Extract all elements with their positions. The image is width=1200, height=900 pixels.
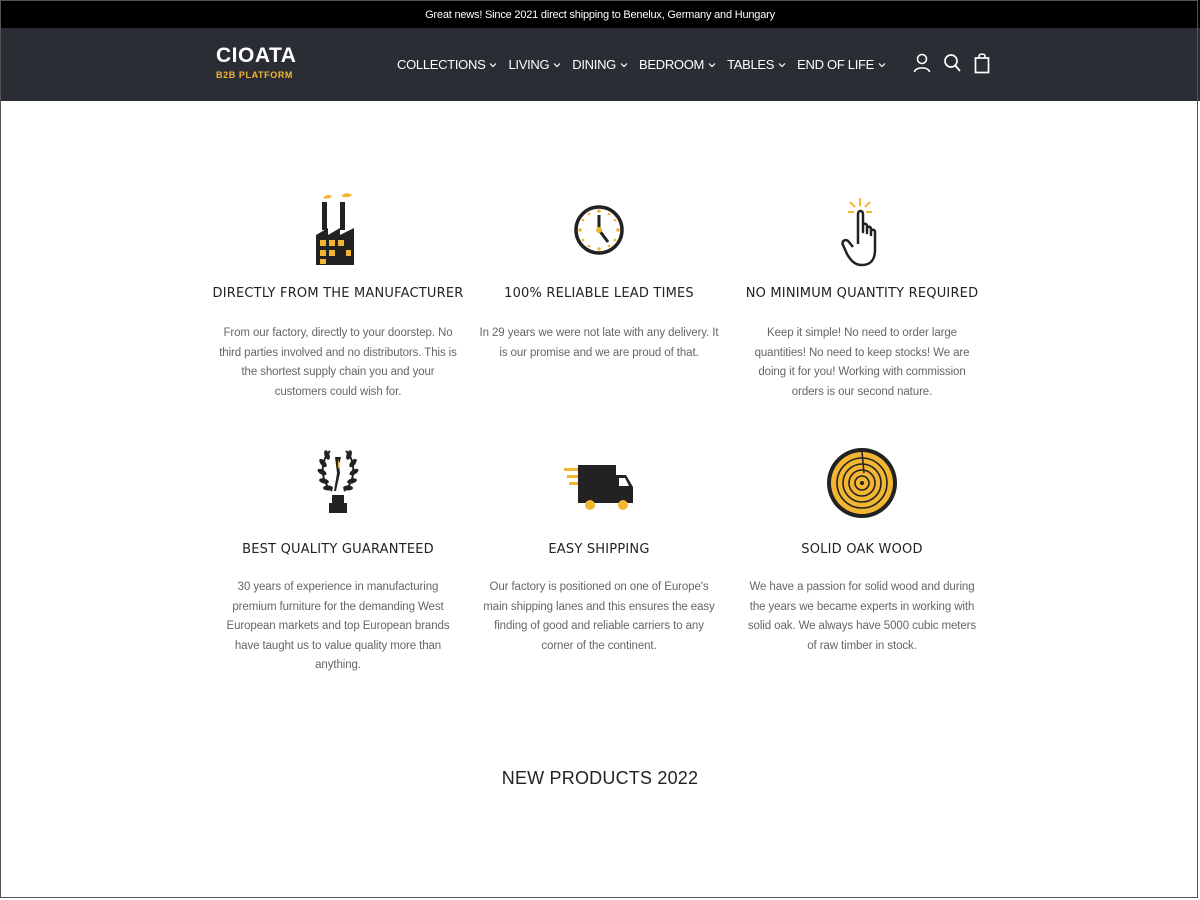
nav-item-living[interactable]: LIVING: [508, 57, 561, 72]
factory-icon: [316, 193, 354, 265]
nav-item-label: LIVING: [508, 57, 550, 72]
header-actions: [912, 52, 992, 74]
nav-item-label: TABLES: [727, 57, 775, 72]
feature-title: DIRECTLY FROM THE MANUFACTURER: [212, 286, 464, 301]
chevron-down-icon: [490, 62, 497, 67]
feature-description: 30 years of experience in manufacturing …: [226, 581, 450, 671]
announcement-bar: Great news! Since 2021 direct shipping t…: [0, 0, 1200, 28]
clock-icon: [574, 205, 624, 255]
feature-title: SOLID OAK WOOD: [801, 542, 923, 557]
logo[interactable]: CIOATA B2B PLATFORM: [216, 45, 296, 81]
section-title: NEW PRODUCTS 2022: [501, 768, 699, 788]
site-header: CIOATA B2B PLATFORM COLLECTIONS LIVING D…: [0, 28, 1200, 101]
laurel-trophy-icon: [317, 450, 359, 513]
pointer-hand-icon: [841, 198, 877, 267]
delivery-truck-icon: [564, 465, 633, 510]
nav-item-tables[interactable]: TABLES: [727, 57, 786, 72]
logo-subtitle: B2B PLATFORM: [216, 70, 294, 80]
nav-item-dining[interactable]: DINING: [572, 57, 628, 72]
feature-description: From our factory, directly to your doors…: [219, 327, 457, 398]
nav-item-label: BEDROOM: [638, 57, 705, 72]
logo-name: CIOATA: [216, 44, 297, 67]
chevron-down-icon: [620, 62, 628, 67]
feature-title: 100% RELIABLE LEAD TIMES: [504, 286, 694, 301]
chevron-down-icon: [878, 62, 886, 67]
wood-log-icon: [827, 448, 897, 518]
account-icon[interactable]: [912, 52, 932, 74]
nav-item-label: END OF LIFE: [797, 57, 875, 72]
cart-icon[interactable]: [972, 52, 992, 74]
feature-description: We have a passion for solid wood and dur…: [747, 581, 977, 652]
nav-item-bedroom[interactable]: BEDROOM: [639, 57, 716, 72]
search-icon[interactable]: [942, 52, 962, 74]
feature-title: BEST QUALITY GUARANTEED: [242, 542, 434, 557]
feature-title: NO MINIMUM QUANTITY REQUIRED: [745, 286, 979, 301]
nav-item-end-of-life[interactable]: END OF LIFE: [797, 57, 886, 72]
feature-description: Our factory is positioned on one of Euro…: [483, 581, 715, 652]
nav-item-collections[interactable]: COLLECTIONS: [397, 57, 497, 72]
feature-title: EASY SHIPPING: [548, 542, 650, 557]
main-nav: COLLECTIONS LIVING DINING BEDROOM TABLES…: [397, 28, 886, 101]
announcement-text: Great news! Since 2021 direct shipping t…: [425, 9, 775, 21]
chevron-down-icon: [553, 62, 561, 67]
nav-item-label: DINING: [572, 57, 616, 72]
nav-item-label: COLLECTIONS: [397, 57, 486, 72]
chevron-down-icon: [708, 62, 716, 67]
feature-description: In 29 years we were not late with any de…: [479, 327, 719, 359]
chevron-down-icon: [778, 62, 786, 67]
feature-description: Keep it simple! No need to order large q…: [754, 327, 970, 398]
